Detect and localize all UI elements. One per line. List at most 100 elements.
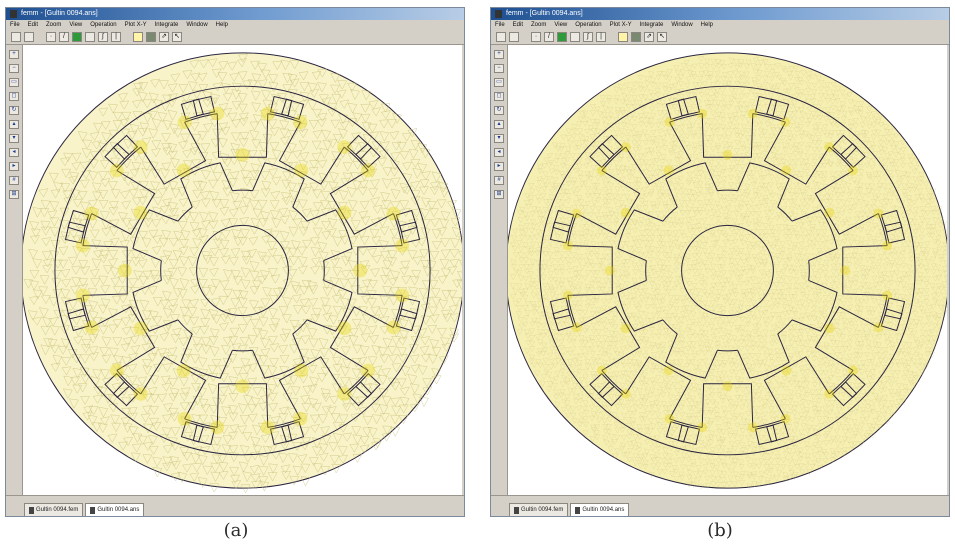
mesh-toggle-icon[interactable]: # (9, 176, 19, 185)
pan-left-icon[interactable]: ◂ (494, 148, 504, 157)
pan-left-icon[interactable]: ◂ (9, 148, 19, 157)
menu-plot-xy[interactable]: Plot X-Y (610, 20, 632, 30)
mesh-refinement-spot (260, 106, 275, 121)
point-mode-icon[interactable]: · (46, 32, 56, 42)
mesh-refinement-spot (337, 321, 352, 336)
zoom-natural-icon[interactable]: ◻ (494, 92, 504, 101)
mesh-refinement-spot (177, 115, 192, 130)
pan-up-icon[interactable]: ▴ (494, 120, 504, 129)
vector-plot-icon[interactable]: ⇗ (159, 32, 169, 42)
pan-right-icon[interactable]: ▸ (9, 162, 19, 171)
mesh-refinement-spot (294, 363, 309, 378)
menu-file[interactable]: File (10, 20, 20, 30)
zoom-in-icon[interactable]: + (9, 50, 19, 59)
mesh-refinement-spot (84, 206, 99, 221)
contour-mode-icon[interactable]: / (59, 32, 69, 42)
pointer-icon[interactable]: ↖ (657, 32, 667, 42)
mesh-refinement-spot (873, 208, 884, 219)
integrate-icon[interactable]: | (111, 32, 121, 42)
zoom-window-icon[interactable]: ▭ (9, 78, 19, 87)
new-file-icon[interactable] (11, 32, 21, 42)
area-mode-icon[interactable] (72, 32, 82, 42)
menu-operation[interactable]: Operation (575, 20, 601, 30)
plot-xy-icon[interactable]: ∫ (583, 32, 593, 42)
menu-view[interactable]: View (554, 20, 567, 30)
mesh-refinement-spot (177, 411, 192, 426)
mesh-refinement-spot (109, 363, 124, 378)
mesh-canvas[interactable] (508, 45, 947, 496)
mesh-refinement-spot (882, 240, 893, 251)
menu-view[interactable]: View (69, 20, 82, 30)
mesh-refinement-spot (722, 381, 733, 392)
pointer-icon[interactable]: ↖ (172, 32, 182, 42)
menu-zoom[interactable]: Zoom (46, 20, 61, 30)
mesh-refinement-spot (353, 263, 368, 278)
mesh-refinement-spot (176, 163, 191, 178)
outer-boundary-circle (508, 52, 947, 489)
zoom-out-icon[interactable]: − (9, 64, 19, 73)
snap-grid-icon[interactable]: ⊞ (9, 190, 19, 199)
menu-edit[interactable]: Edit (513, 20, 523, 30)
menu-integrate[interactable]: Integrate (640, 20, 664, 30)
point-mode-icon[interactable]: · (531, 32, 541, 42)
mesh-refinement-spot (824, 323, 835, 334)
mesh-canvas[interactable] (23, 45, 462, 496)
contour-mode-icon[interactable]: / (544, 32, 554, 42)
mesh-refinement-spot (210, 420, 225, 435)
zoom-natural-icon[interactable]: ◻ (9, 92, 19, 101)
pan-down-icon[interactable]: ▾ (9, 134, 19, 143)
mesh-refinement-spot (571, 322, 582, 333)
zoom-window-icon[interactable]: ▭ (494, 78, 504, 87)
mesh-refinement-spot (747, 108, 758, 119)
refresh-icon[interactable]: ↻ (494, 106, 504, 115)
contour-plot-icon[interactable] (146, 32, 156, 42)
open-file-icon[interactable] (24, 32, 34, 42)
density-plot-icon[interactable] (133, 32, 143, 42)
block-mode-icon[interactable] (85, 32, 95, 42)
vector-plot-icon[interactable]: ⇗ (644, 32, 654, 42)
zoom-sidebar: + − ▭ ◻ ↻ ▴ ▾ ◂ ▸ # ⊞ (491, 45, 508, 496)
menu-help[interactable]: Help (701, 20, 713, 30)
mesh-toggle-icon[interactable]: # (494, 176, 504, 185)
menu-integrate[interactable]: Integrate (155, 20, 179, 30)
caption-a: (a) (223, 520, 249, 541)
mesh-refinement-spot (848, 365, 859, 376)
menu-zoom[interactable]: Zoom (531, 20, 546, 30)
open-file-icon[interactable] (509, 32, 519, 42)
menu-operation[interactable]: Operation (90, 20, 116, 30)
menu-window[interactable]: Window (671, 20, 692, 30)
femm-app-icon (10, 10, 17, 18)
tab-ans-file[interactable]: Gultin 0094.ans (85, 503, 145, 516)
mesh-refinement-spot (780, 117, 791, 128)
integrate-icon[interactable]: | (596, 32, 606, 42)
refresh-icon[interactable]: ↻ (9, 106, 19, 115)
area-mode-icon[interactable] (557, 32, 567, 42)
density-plot-icon[interactable] (618, 32, 628, 42)
menu-edit[interactable]: Edit (28, 20, 38, 30)
menu-window[interactable]: Window (186, 20, 207, 30)
mesh-refinement-spot (117, 263, 132, 278)
menu-plot-xy[interactable]: Plot X-Y (125, 20, 147, 30)
zoom-in-icon[interactable]: + (494, 50, 504, 59)
snap-grid-icon[interactable]: ⊞ (494, 190, 504, 199)
pan-down-icon[interactable]: ▾ (494, 134, 504, 143)
tab-fem-file[interactable]: Gultin 0094.fem (509, 503, 569, 516)
pan-right-icon[interactable]: ▸ (494, 162, 504, 171)
toolbar: · / ∫ | ⇗ ↖ (6, 30, 464, 45)
menu-help[interactable]: Help (216, 20, 228, 30)
block-mode-icon[interactable] (570, 32, 580, 42)
mesh-refinement-spot (697, 422, 708, 433)
tab-ans-file[interactable]: Gultin 0094.ans (570, 503, 630, 516)
tab-fem-file[interactable]: Gultin 0094.fem (24, 503, 84, 516)
new-file-icon[interactable] (496, 32, 506, 42)
pan-up-icon[interactable]: ▴ (9, 120, 19, 129)
motor-mesh-drawing[interactable] (508, 45, 947, 496)
contour-plot-icon[interactable] (631, 32, 641, 42)
mesh-refinement-spot (781, 365, 792, 376)
motor-mesh-drawing[interactable] (23, 45, 462, 496)
menu-file[interactable]: File (495, 20, 505, 30)
mesh-refinement-spot (386, 320, 401, 335)
document-tabs: Gultin 0094.fem Gultin 0094.ans (6, 495, 464, 516)
plot-xy-icon[interactable]: ∫ (98, 32, 108, 42)
zoom-out-icon[interactable]: − (494, 64, 504, 73)
